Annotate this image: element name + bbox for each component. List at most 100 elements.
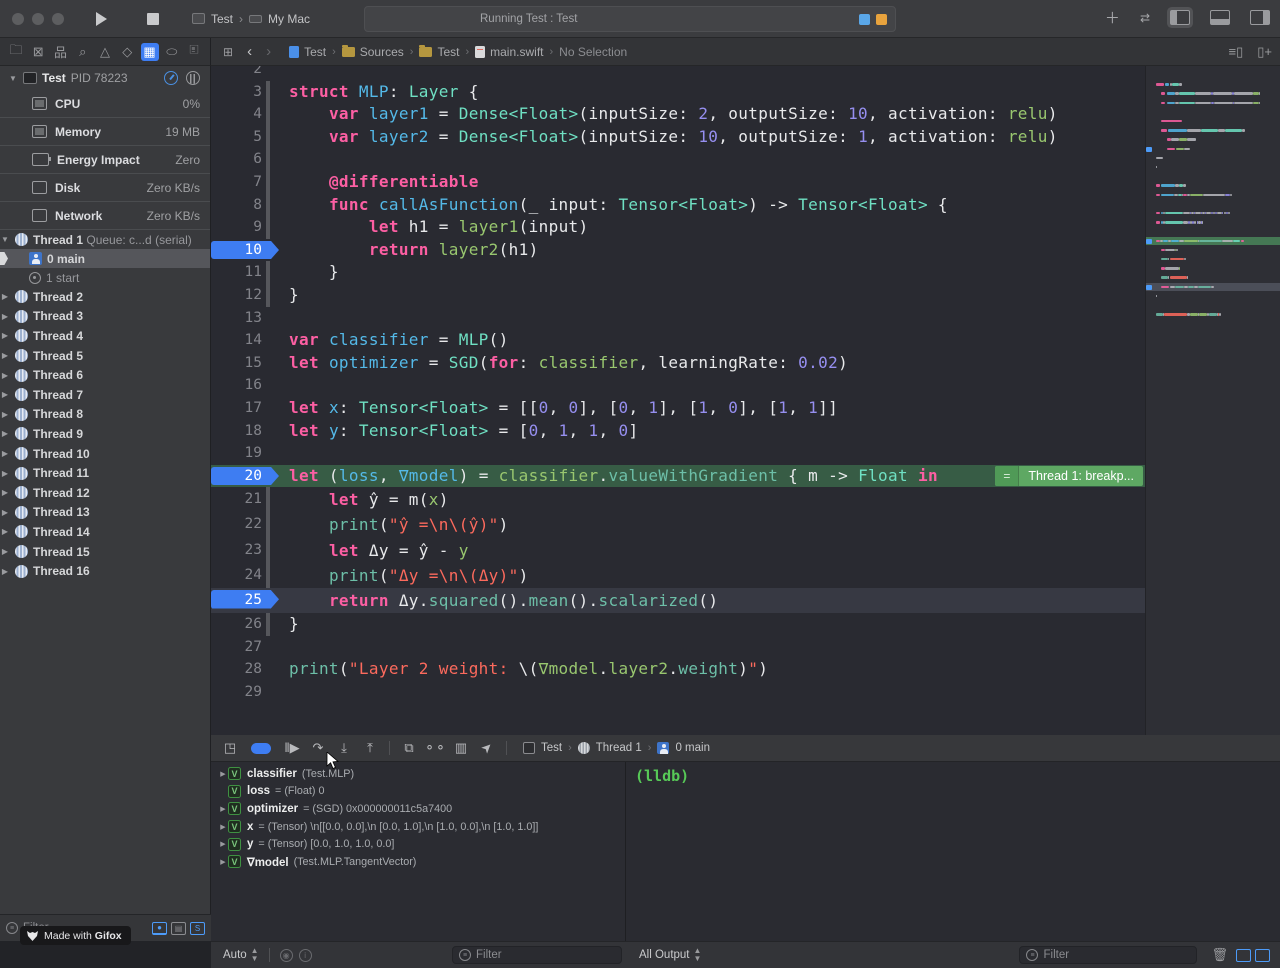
disclosure-triangle[interactable]: ▼: [8, 74, 18, 83]
process-row[interactable]: ▼ Test PID 78223: [0, 66, 210, 90]
line-number[interactable]: 24: [211, 563, 262, 588]
line-number[interactable]: 25: [211, 588, 262, 613]
simulate-location-icon[interactable]: ➤: [472, 733, 502, 763]
clear-console-icon[interactable]: 🗑: [1211, 947, 1228, 963]
zoom-window-button[interactable]: [52, 13, 64, 25]
close-window-button[interactable]: [12, 13, 24, 25]
debug-crumb-frame[interactable]: 0 main: [675, 742, 710, 754]
line-number[interactable]: 28: [211, 658, 262, 681]
code-line-29[interactable]: 29: [211, 681, 1145, 704]
report-navigator-icon[interactable]: 🗉: [185, 43, 203, 61]
adjust-editor-options-icon[interactable]: ≡▯: [1229, 44, 1244, 60]
toggle-console-icon[interactable]: [1255, 949, 1270, 962]
code-line-21[interactable]: 21 let ŷ = m(x): [211, 487, 1145, 512]
variables-scope-selector[interactable]: Auto: [223, 949, 247, 961]
code-line-13[interactable]: 13: [211, 307, 1145, 330]
show-threads-toggle-icon[interactable]: S: [190, 922, 205, 935]
line-number[interactable]: 21: [211, 487, 262, 512]
code-line-20[interactable]: 20let (loss, ∇model) = classifier.valueW…: [211, 465, 1145, 488]
sidebar-item-thread-6[interactable]: ▶Thread 6: [0, 365, 210, 385]
issue-navigator-icon[interactable]: △: [96, 43, 114, 61]
forward-button[interactable]: ›: [266, 43, 271, 60]
sidebar-item-thread-9[interactable]: ▶Thread 9: [0, 424, 210, 444]
disclosure-triangle[interactable]: ▶: [218, 858, 228, 866]
code-line-6[interactable]: 6: [211, 148, 1145, 171]
code-line-25[interactable]: 25 return Δy.squared().mean().scalarized…: [211, 588, 1145, 613]
environment-overrides-icon[interactable]: ▥: [448, 740, 474, 756]
continue-execution-icon[interactable]: ‖▶: [279, 740, 305, 756]
sidebar-item-thread-8[interactable]: ▶Thread 8: [0, 405, 210, 425]
warning-icon[interactable]: [876, 14, 887, 25]
breakpoint-hit-badge[interactable]: =Thread 1: breakp...: [995, 466, 1143, 487]
gauge-row[interactable]: DiskZero KB/s: [0, 174, 210, 202]
stop-button[interactable]: [138, 8, 168, 30]
code-line-22[interactable]: 22 print("ŷ =\n\(ŷ)"): [211, 512, 1145, 537]
toggle-navigator-button[interactable]: [1170, 10, 1190, 25]
code-line-17[interactable]: 17let x: Tensor<Float> = [[0, 0], [0, 1]…: [211, 397, 1145, 420]
sidebar-item-thread-1[interactable]: ▼Thread 1 Queue: c...d (serial): [0, 230, 210, 249]
memory-graph-icon[interactable]: ⚬⚬: [422, 740, 448, 756]
variables-filter-field[interactable]: ≡ Filter: [452, 946, 622, 964]
code-line-27[interactable]: 27: [211, 636, 1145, 659]
code-line-19[interactable]: 19: [211, 442, 1145, 465]
code-line-14[interactable]: 14var classifier = MLP(): [211, 329, 1145, 352]
line-number[interactable]: 22: [211, 512, 262, 537]
sidebar-item-frame-1-start[interactable]: 1 start: [0, 268, 210, 287]
sidebar-item-frame-0-main[interactable]: 0 main: [0, 249, 210, 268]
console-filter-field[interactable]: ≡ Filter: [1019, 946, 1197, 964]
code-line-16[interactable]: 16: [211, 374, 1145, 397]
line-number[interactable]: 8: [211, 194, 262, 217]
disclosure-triangle[interactable]: ▶: [218, 805, 228, 813]
run-button[interactable]: [86, 8, 116, 30]
profile-in-instruments-button[interactable]: [164, 71, 178, 85]
gauge-row[interactable]: CPU0%: [0, 90, 210, 118]
variables-view[interactable]: ▶ V classifier (Test.MLP) V loss = (Floa…: [211, 762, 625, 941]
code-line-3[interactable]: 3struct MLP: Layer {: [211, 81, 1145, 104]
gauge-row[interactable]: Memory19 MB: [0, 118, 210, 146]
code-line-7[interactable]: 7 @differentiable: [211, 171, 1145, 194]
variable-row-optimizer[interactable]: ▶ V optimizer = (SGD) 0x000000011c5a7400: [211, 800, 625, 818]
code-line-8[interactable]: 8 func callAsFunction(_ input: Tensor<Fl…: [211, 194, 1145, 217]
back-button[interactable]: ‹: [247, 43, 252, 60]
add-editor-icon[interactable]: ▯+: [1257, 44, 1272, 60]
breadcrumb-selection[interactable]: No Selection: [559, 45, 627, 59]
sidebar-item-thread-7[interactable]: ▶Thread 7: [0, 385, 210, 405]
issue-icon[interactable]: [859, 14, 870, 25]
code-line-11[interactable]: 11 }: [211, 261, 1145, 284]
info-icon[interactable]: i: [299, 949, 312, 962]
sidebar-item-thread-10[interactable]: ▶Thread 10: [0, 444, 210, 464]
debug-crumb-thread[interactable]: Thread 1: [596, 742, 642, 754]
line-number[interactable]: 13: [211, 307, 262, 330]
sidebar-item-thread-16[interactable]: ▶Thread 16: [0, 561, 210, 581]
gauge-row[interactable]: NetworkZero KB/s: [0, 202, 210, 230]
toggle-inspector-button[interactable]: [1250, 10, 1270, 25]
sidebar-item-thread-11[interactable]: ▶Thread 11: [0, 463, 210, 483]
hide-debug-area-icon[interactable]: ◳: [217, 740, 243, 756]
related-items-icon[interactable]: ⊞: [223, 45, 233, 59]
symbol-navigator-icon[interactable]: 品: [52, 43, 70, 61]
disclosure-triangle[interactable]: ▶: [218, 840, 228, 848]
sidebar-item-thread-4[interactable]: ▶Thread 4: [0, 326, 210, 346]
variable-row-x[interactable]: ▶ V x = (Tensor) \n[[0.0, 0.0],\n [0.0, …: [211, 818, 625, 836]
toggle-variables-view-icon[interactable]: [1236, 949, 1251, 962]
code-line-26[interactable]: 26}: [211, 613, 1145, 636]
scheme-selector[interactable]: Test › My Mac: [192, 12, 310, 26]
line-number[interactable]: 6: [211, 148, 262, 171]
toggle-debug-area-button[interactable]: [1210, 10, 1230, 25]
debug-navigator-icon[interactable]: ▦: [141, 43, 159, 61]
code-line-24[interactable]: 24 print("Δy =\n\(Δy)"): [211, 563, 1145, 588]
code-line-5[interactable]: 5 var layer2 = Dense<Float>(inputSize: 1…: [211, 126, 1145, 149]
code-line-23[interactable]: 23 let Δy = ŷ - y: [211, 538, 1145, 563]
line-number[interactable]: 3: [211, 81, 262, 104]
code-line-28[interactable]: 28print("Layer 2 weight: \(∇model.layer2…: [211, 658, 1145, 681]
line-number[interactable]: 16: [211, 374, 262, 397]
line-number[interactable]: 12: [211, 284, 262, 307]
editor-swap-button[interactable]: ⇄: [1140, 11, 1150, 25]
show-running-toggle-icon[interactable]: ●: [152, 922, 167, 935]
sidebar-item-thread-13[interactable]: ▶Thread 13: [0, 503, 210, 523]
output-selector[interactable]: All Output: [639, 949, 690, 961]
project-navigator-icon[interactable]: 🗀: [7, 43, 25, 61]
line-number[interactable]: 2: [211, 66, 262, 81]
variable-row-classifier[interactable]: ▶ V classifier (Test.MLP): [211, 765, 625, 783]
line-number[interactable]: 20: [211, 465, 262, 488]
